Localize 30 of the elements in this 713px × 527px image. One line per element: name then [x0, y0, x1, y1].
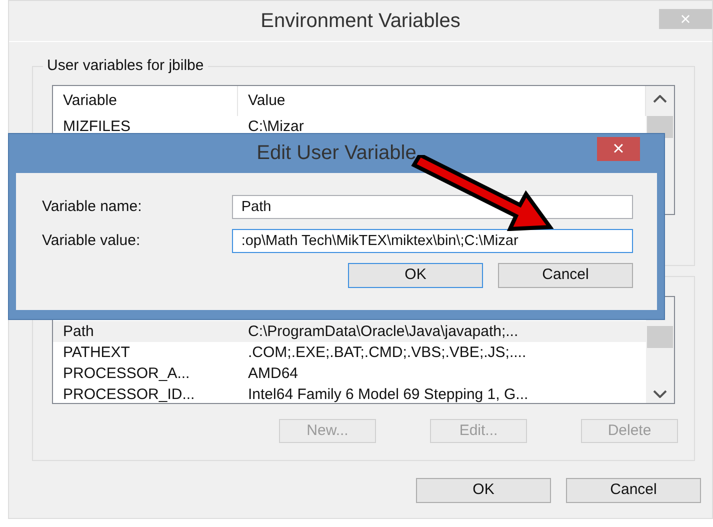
table-cell-text: MIZFILES: [63, 117, 132, 137]
table-cell-text: PROCESSOR_A...: [63, 364, 191, 384]
scroll-down-icon[interactable]: [653, 390, 667, 398]
table-row[interactable]: PATHEXT .COM;.EXE;.BAT;.CMD;.VBS;.VBE;.JS;....: [53, 342, 646, 363]
table-row[interactable]: Path C:\ProgramData\Oracle\Java\javapath;...: [53, 321, 646, 342]
input-field[interactable]: :op\Math Tech\MikTEX\miktex\bin\;C:\Mizar: [232, 229, 633, 253]
table-cell-text: PATHEXT: [63, 343, 131, 363]
field-label: Variable value:: [42, 230, 142, 251]
close-button[interactable]: ×: [597, 137, 640, 161]
scroll-up-icon[interactable]: [653, 95, 667, 103]
button[interactable]: OK: [416, 478, 551, 503]
field-label: Variable name:: [42, 196, 143, 217]
scroll-thumb[interactable]: [647, 326, 673, 348]
table-row[interactable]: PROCESSOR_A... AMD64: [53, 363, 646, 384]
window-title: Environment Variables: [260, 9, 460, 34]
table-cell-text: C:\Mizar: [248, 117, 304, 137]
table-row[interactable]: PROCESSOR_ID... Intel64 Family 6 Model 69 Stepping 1, G...: [53, 384, 646, 403]
dialog-title: Edit User Variable: [256, 141, 416, 166]
button[interactable]: Cancel: [566, 478, 701, 503]
table-cell-text: Path: [63, 322, 95, 342]
column-header[interactable]: Variable: [53, 86, 238, 116]
table-cell-text: PROCESSOR_ID...: [63, 385, 196, 403]
button[interactable]: Cancel: [498, 263, 633, 288]
table-cell-text: AMD64: [248, 364, 298, 384]
table-cell-text: C:\ProgramData\Oracle\Java\javapath;...: [248, 322, 518, 342]
table-cell-text: .COM;.EXE;.BAT;.CMD;.VBS;.VBE;.JS;....: [248, 343, 526, 363]
table-cell-text: Intel64 Family 6 Model 69 Stepping 1, G...: [248, 385, 528, 403]
input-field[interactable]: Path: [232, 195, 633, 219]
button[interactable]: OK: [348, 263, 483, 288]
group-label: User variables for jbilbe: [43, 56, 208, 76]
